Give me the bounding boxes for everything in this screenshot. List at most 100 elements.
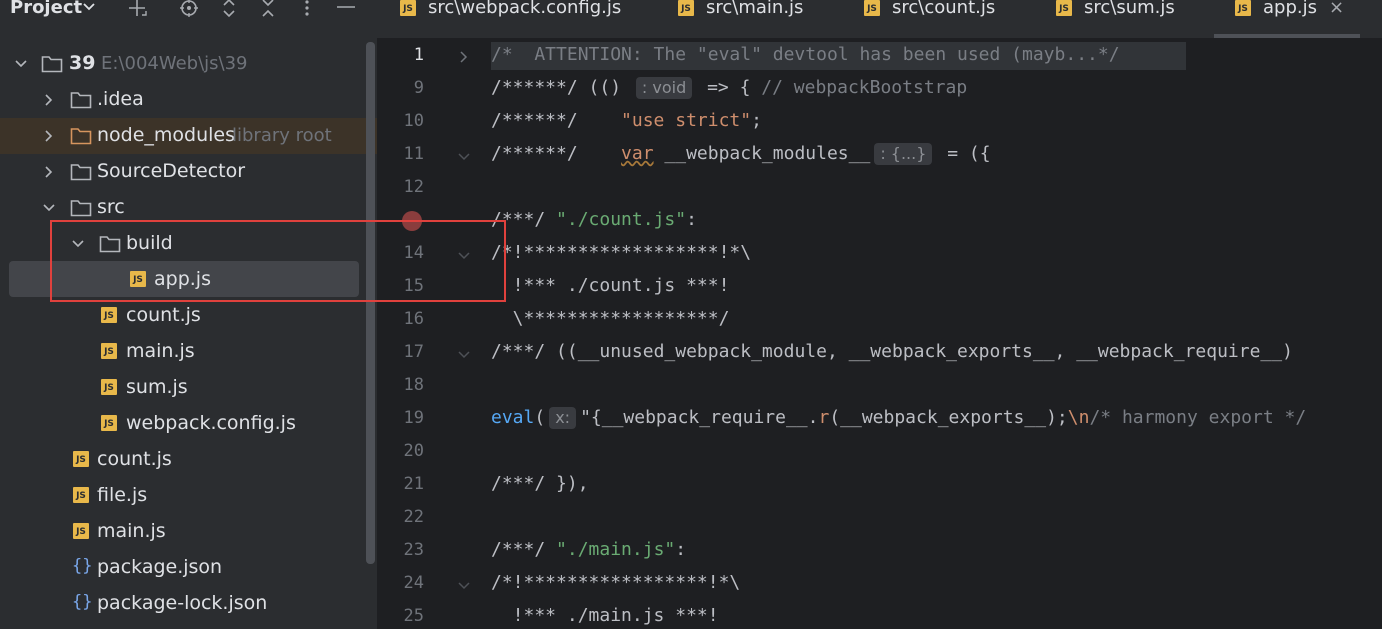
code-line-1[interactable]: /* ATTENTION: The "eval" devtool has bee… xyxy=(491,44,1120,65)
code-line-14[interactable]: /*!******************!*\ xyxy=(491,242,751,263)
code-function: eval xyxy=(491,407,535,428)
code-text: /******/ xyxy=(491,110,622,131)
project-panel-header: Project xyxy=(0,0,377,20)
tree-item-src-main-js[interactable]: JS main.js xyxy=(0,334,377,370)
code-line-23[interactable]: /***/ "./main.js": xyxy=(491,539,686,560)
fold-collapse-icon[interactable] xyxy=(457,578,471,592)
tab-count[interactable]: JS src\count.js xyxy=(864,0,1034,38)
line-number: 18 xyxy=(403,375,424,395)
chevron-down-icon[interactable] xyxy=(82,0,96,14)
more-options-icon[interactable] xyxy=(297,0,317,20)
code-escape: \n xyxy=(1067,407,1090,428)
tree-item-main-js[interactable]: JS main.js xyxy=(0,514,377,550)
line-number: 12 xyxy=(403,177,424,197)
code-line-11[interactable]: /******/ var __webpack_modules__: {...} … xyxy=(491,143,991,165)
code-line-10[interactable]: /******/ "use strict"; xyxy=(491,110,762,131)
editor-tab-bar: JS src\webpack.config.js JS src\main.js … xyxy=(377,0,1382,39)
code-line-15[interactable]: !*** ./count.js ***! xyxy=(491,275,730,296)
fold-expand-icon[interactable] xyxy=(457,50,471,64)
fold-collapse-icon[interactable] xyxy=(457,149,471,163)
js-file-icon: JS xyxy=(1235,0,1251,16)
code-text: /***/ xyxy=(491,341,557,362)
folder-icon xyxy=(70,164,92,181)
chevron-right-icon[interactable] xyxy=(42,93,56,107)
tree-item-src-count-js[interactable]: JS count.js xyxy=(0,298,377,334)
line-number: 20 xyxy=(403,441,424,461)
tree-item-label: node_modules xyxy=(97,124,236,146)
code-text: \******************/ xyxy=(491,308,730,329)
code-text: /******/ xyxy=(491,143,622,164)
chevron-down-icon[interactable] xyxy=(42,201,56,215)
code-text: = ({ xyxy=(936,143,991,164)
tree-item-label: sum.js xyxy=(126,376,188,398)
tree-item-label: src xyxy=(97,196,125,218)
chevron-right-icon[interactable] xyxy=(42,129,56,143)
code-line-21[interactable]: /***/ }), xyxy=(491,473,589,494)
tab-app-js[interactable]: JS app.js × xyxy=(1235,0,1365,38)
type-hint: : void xyxy=(635,77,693,99)
tree-item-source-detector[interactable]: SourceDetector xyxy=(0,154,377,190)
expand-all-icon[interactable] xyxy=(219,0,239,20)
tree-item-src-sum-js[interactable]: JS sum.js xyxy=(0,370,377,406)
tree-item-webpack-config-js[interactable]: JS webpack.config.js xyxy=(0,406,377,442)
js-file-icon: JS xyxy=(101,343,117,359)
code-text: }), xyxy=(556,473,589,494)
line-number: 1 xyxy=(413,45,424,65)
code-line-17[interactable]: /***/ ((__unused_webpack_module, __webpa… xyxy=(491,341,1293,362)
tree-item-package-json[interactable]: {} package.json xyxy=(0,550,377,586)
add-icon[interactable] xyxy=(128,0,148,20)
code-comment: /* harmony export */ xyxy=(1089,407,1307,428)
locate-icon[interactable] xyxy=(179,0,199,20)
tab-label: src\count.js xyxy=(892,0,996,18)
tree-item-node-modules[interactable]: node_modules library root xyxy=(0,118,377,154)
tree-item-label: 39 xyxy=(69,52,96,74)
code-comment: /******/ (() xyxy=(491,77,632,98)
code-text: ((__unused_webpack_module, __webpack_exp… xyxy=(556,341,1293,362)
chevron-down-icon[interactable] xyxy=(14,57,28,71)
code-text: => { xyxy=(696,77,762,98)
line-number: 16 xyxy=(403,309,424,329)
code-text: !*** ./count.js ***! xyxy=(491,275,730,296)
tree-item-file-js[interactable]: JS file.js xyxy=(0,478,377,514)
code-line-19[interactable]: eval(x: "{__webpack_require__.r(__webpack… xyxy=(491,407,1306,429)
editor-pane: JS src\webpack.config.js JS src\main.js … xyxy=(377,0,1382,629)
js-file-icon: JS xyxy=(678,0,694,16)
fold-collapse-icon[interactable] xyxy=(457,347,471,361)
line-number: 9 xyxy=(413,78,424,98)
code-text: /*!*****************!*\ xyxy=(491,572,741,593)
tree-item-root[interactable]: 39 E:\004Web\js\39 xyxy=(0,46,377,82)
hide-panel-icon[interactable] xyxy=(336,0,356,20)
code-text: "{__webpack_require__. xyxy=(580,407,819,428)
tree-item-count-js[interactable]: JS count.js xyxy=(0,442,377,478)
code-text: r xyxy=(818,407,830,428)
json-file-icon: {} xyxy=(72,592,93,612)
code-line-24[interactable]: /*!*****************!*\ xyxy=(491,572,740,593)
line-number: 23 xyxy=(403,540,424,560)
project-panel-title[interactable]: Project xyxy=(10,0,82,18)
js-file-icon: JS xyxy=(101,379,117,395)
collapse-all-icon[interactable] xyxy=(258,0,278,20)
close-tab-icon[interactable]: × xyxy=(1329,0,1344,18)
code-line-9[interactable]: /******/ (() : void => { // webpackBoots… xyxy=(491,77,967,99)
code-line-16[interactable]: \******************/ xyxy=(491,308,730,329)
tab-sum[interactable]: JS src\sum.js xyxy=(1056,0,1206,38)
tab-main[interactable]: JS src\main.js xyxy=(678,0,838,38)
tab-label: src\webpack.config.js xyxy=(428,0,622,18)
js-file-icon: JS xyxy=(400,0,416,16)
js-file-icon: JS xyxy=(864,0,880,16)
editor-scrollbar[interactable] xyxy=(1372,38,1382,629)
tab-webpack-config[interactable]: JS src\webpack.config.js xyxy=(400,0,660,38)
tree-item-label: SourceDetector xyxy=(97,160,246,182)
code-line-13[interactable]: /***/ "./count.js": xyxy=(491,209,697,230)
line-number: 22 xyxy=(403,507,424,527)
tree-item-label: webpack.config.js xyxy=(126,412,296,434)
code-text: /***/ xyxy=(491,539,557,560)
tree-item-package-lock-json[interactable]: {} package-lock.json xyxy=(0,586,377,622)
tree-item-idea[interactable]: .idea xyxy=(0,82,377,118)
folder-icon xyxy=(70,128,92,145)
code-string: "./main.js" xyxy=(556,539,676,560)
chevron-right-icon[interactable] xyxy=(42,165,56,179)
code-line-25[interactable]: !*** ./main.js ***! xyxy=(491,605,719,626)
tree-item-label: main.js xyxy=(97,520,166,542)
tree-item-label: main.js xyxy=(126,340,195,362)
